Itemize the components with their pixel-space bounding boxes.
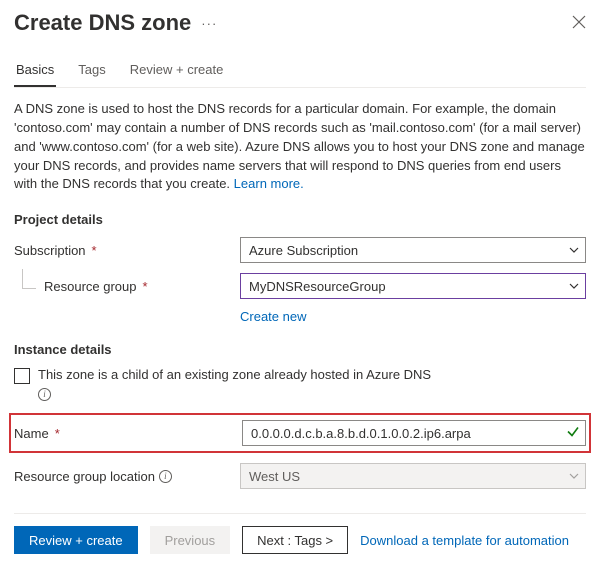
subscription-label: Subscription* (14, 243, 240, 258)
tab-tags[interactable]: Tags (76, 62, 107, 87)
resource-group-row: Resource group* MyDNSResourceGroup (14, 273, 586, 299)
page-title: Create DNS zone (14, 10, 191, 36)
more-icon[interactable]: ··· (201, 16, 217, 31)
location-select: West US (240, 463, 586, 489)
subscription-value: Azure Subscription (249, 243, 358, 258)
child-zone-row: This zone is a child of an existing zone… (14, 367, 586, 401)
location-value: West US (249, 469, 300, 484)
info-icon[interactable]: i (38, 388, 51, 401)
subscription-select[interactable]: Azure Subscription (240, 237, 586, 263)
hierarchy-elbow-icon (22, 269, 36, 289)
name-label: Name* (14, 426, 242, 441)
resource-group-select[interactable]: MyDNSResourceGroup (240, 273, 586, 299)
subscription-row: Subscription* Azure Subscription (14, 237, 586, 263)
project-details-heading: Project details (14, 212, 586, 227)
review-create-button[interactable]: Review + create (14, 526, 138, 554)
download-template-link[interactable]: Download a template for automation (360, 533, 569, 548)
name-row-highlight: Name* (9, 413, 591, 453)
footer-bar: Review + create Previous Next : Tags > D… (14, 513, 586, 554)
create-new-link[interactable]: Create new (240, 309, 306, 324)
check-icon (566, 425, 580, 442)
close-icon[interactable] (572, 13, 586, 34)
instance-details-heading: Instance details (14, 342, 586, 357)
previous-button: Previous (150, 526, 231, 554)
location-row: Resource group location i West US (14, 463, 586, 489)
child-zone-label: This zone is a child of an existing zone… (38, 367, 438, 401)
description-text: A DNS zone is used to host the DNS recor… (14, 100, 586, 194)
name-input[interactable] (242, 420, 586, 446)
resource-group-label: Resource group* (14, 279, 240, 294)
resource-group-value: MyDNSResourceGroup (249, 279, 386, 294)
info-icon[interactable]: i (159, 470, 172, 483)
page-header: Create DNS zone ··· (14, 10, 586, 36)
tab-review-create[interactable]: Review + create (128, 62, 226, 87)
tab-basics[interactable]: Basics (14, 62, 56, 87)
learn-more-link[interactable]: Learn more. (234, 176, 304, 191)
tab-bar: Basics Tags Review + create (14, 62, 586, 88)
next-button[interactable]: Next : Tags > (242, 526, 348, 554)
child-zone-checkbox[interactable] (14, 368, 30, 384)
location-label: Resource group location i (14, 469, 240, 484)
